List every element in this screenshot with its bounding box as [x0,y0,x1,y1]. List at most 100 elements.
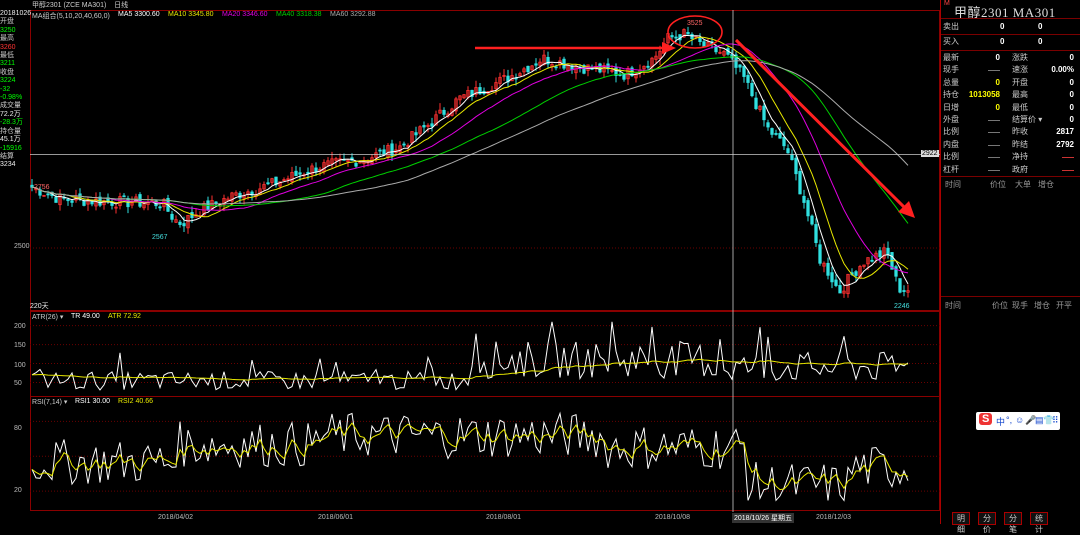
bar-info-panel: 20181026 开盘 3250 最高 3260 最低 3211 收盘 3224 -32 -0.98… [0,10,31,170]
trade-column-header: 时间 [945,301,961,310]
candle-down [802,195,806,203]
stat-label: 最新 [943,53,959,62]
stat-label: 结算价 ▾ [1012,115,1043,124]
bar-info-item: 最高 [0,35,14,43]
quote-stat-row: 日增 0 最低 0 [942,102,1078,114]
x-tick-label: 2018/06/01 [318,514,354,521]
ma10-line [31,36,909,279]
tab-2[interactable]: 分笔 [1004,512,1022,534]
ime-logo[interactable]: S [979,413,993,425]
x-tick-label: 2018/10/08 [655,514,691,521]
candle-down [766,122,770,128]
stat-label: 日增 [943,102,959,112]
ma-legend-item: MA20 3346.60 [222,11,268,18]
candle-down [390,143,394,156]
rsi2-line [31,422,909,491]
stat-label: 持仓 [943,90,959,100]
ime-mode[interactable]: 中 [996,415,1005,428]
bar-info-item: 3211 [0,60,16,68]
divider [941,50,1080,51]
ime-punct-icon[interactable]: °, [1006,415,1012,425]
bid-row: 买入 0 0 [943,37,1043,46]
stat-label: 比例 [943,152,959,162]
candle-down [562,58,566,69]
trade-column-header: 现手 [1012,301,1028,310]
tab-3[interactable]: 统计 [1030,512,1048,534]
chart-canvas[interactable] [0,0,940,524]
candle-down [838,285,842,294]
candle-down [622,73,626,80]
tr-line [31,321,909,391]
candle-down [54,196,58,203]
candle-down [750,83,754,97]
trade-column-header: 价位 [992,301,1008,310]
rsi-legend-item: RSI2 40.66 [118,398,154,405]
atr-legend-item: ATR(26) ▾ [32,314,64,321]
ime-emoji-icon[interactable]: ☺ [1015,415,1024,425]
ma-legend-item: MA10 3345.80 [168,11,214,18]
ma-legend-item: MA组合(5,10,20,40,60,0) [32,13,110,20]
bar-info-item: 开盘 [0,18,14,26]
candle-down [786,148,790,154]
tab-0[interactable]: 明细 [952,512,970,534]
ime-toolbar[interactable]: S 中 °, ☺ 🎤 ▤ 👕 ⠿ [976,412,1060,430]
stat-label: 总量 [943,77,959,87]
stat-empty-dash [1062,157,1074,159]
candle-down [414,132,418,136]
right-low-label: 2246 [894,303,910,310]
candle-down [674,36,678,39]
trade-column-header: 增仓 [1034,301,1050,310]
bar-info-item: 3224 [0,77,16,85]
atr-legend-item: ATR 72.92 [108,313,141,320]
bar-info-item: 最低 [0,52,14,60]
stat-empty-dash [988,169,1000,171]
candle-down [818,244,822,264]
stat-label: 比例 [943,127,959,137]
candle-down [178,221,182,225]
x-tick-label: 2018/12/03 [816,514,852,521]
stat-empty-dash [988,157,1000,159]
candle-down [82,200,86,206]
stat-value: 2817 [1056,127,1074,137]
candle-down [782,136,786,147]
candle-down [702,41,706,48]
candle-down [826,262,830,276]
candle-down [794,157,798,175]
period-selector[interactable]: 日线 [114,2,128,9]
candle-down [790,153,794,161]
ma-legend-item: MA5 3300.60 [118,11,160,18]
stat-label: 涨跌 [1012,53,1028,62]
price-axis-label: 2500 [14,243,30,250]
stat-empty-dash [988,132,1000,134]
price-panel-frame [30,10,940,311]
candle-down [138,194,142,207]
quote-stat-row: 内盘 昨结 2792 [942,139,1078,151]
atr-legend-item: TR 49.00 [71,313,100,320]
stat-value: 0 [1069,102,1074,112]
stat-label: 净持 [1012,152,1028,162]
candle-down [830,272,834,283]
candle-down [686,32,690,35]
candle-down [442,109,446,115]
stat-label: 昨收 [1012,127,1028,137]
candle-down [122,195,126,198]
trade-column-header: 开平 [1056,301,1072,310]
atr-axis-label-100: 100 [14,362,26,369]
candle-down [670,35,674,38]
tab-1[interactable]: 分价 [978,512,996,534]
downtrend-arrow-line [734,38,907,210]
tick-column-header: 时间 [945,180,961,189]
candle-down [170,213,174,220]
stat-empty-dash [988,70,1000,72]
tick-column-header: 价位 [990,180,1006,189]
symbol-tab[interactable]: 甲醇2301 (ZCE MA301) [32,2,106,9]
atr-panel-frame [30,311,940,397]
ime-menu-icon[interactable]: ⠿ [1052,415,1059,426]
symbol-tab-bar[interactable]: 甲醇2301 (ZCE MA301) 日线 [32,0,128,10]
bar-info-item: -15916 [0,144,22,152]
candle-down [354,162,358,167]
stat-value: 0 [995,77,1000,87]
quote-stat-row: 持仓 1013058 最高 0 [942,89,1078,101]
rsi-axis-label-20: 20 [14,487,22,494]
candle-down [158,206,162,209]
